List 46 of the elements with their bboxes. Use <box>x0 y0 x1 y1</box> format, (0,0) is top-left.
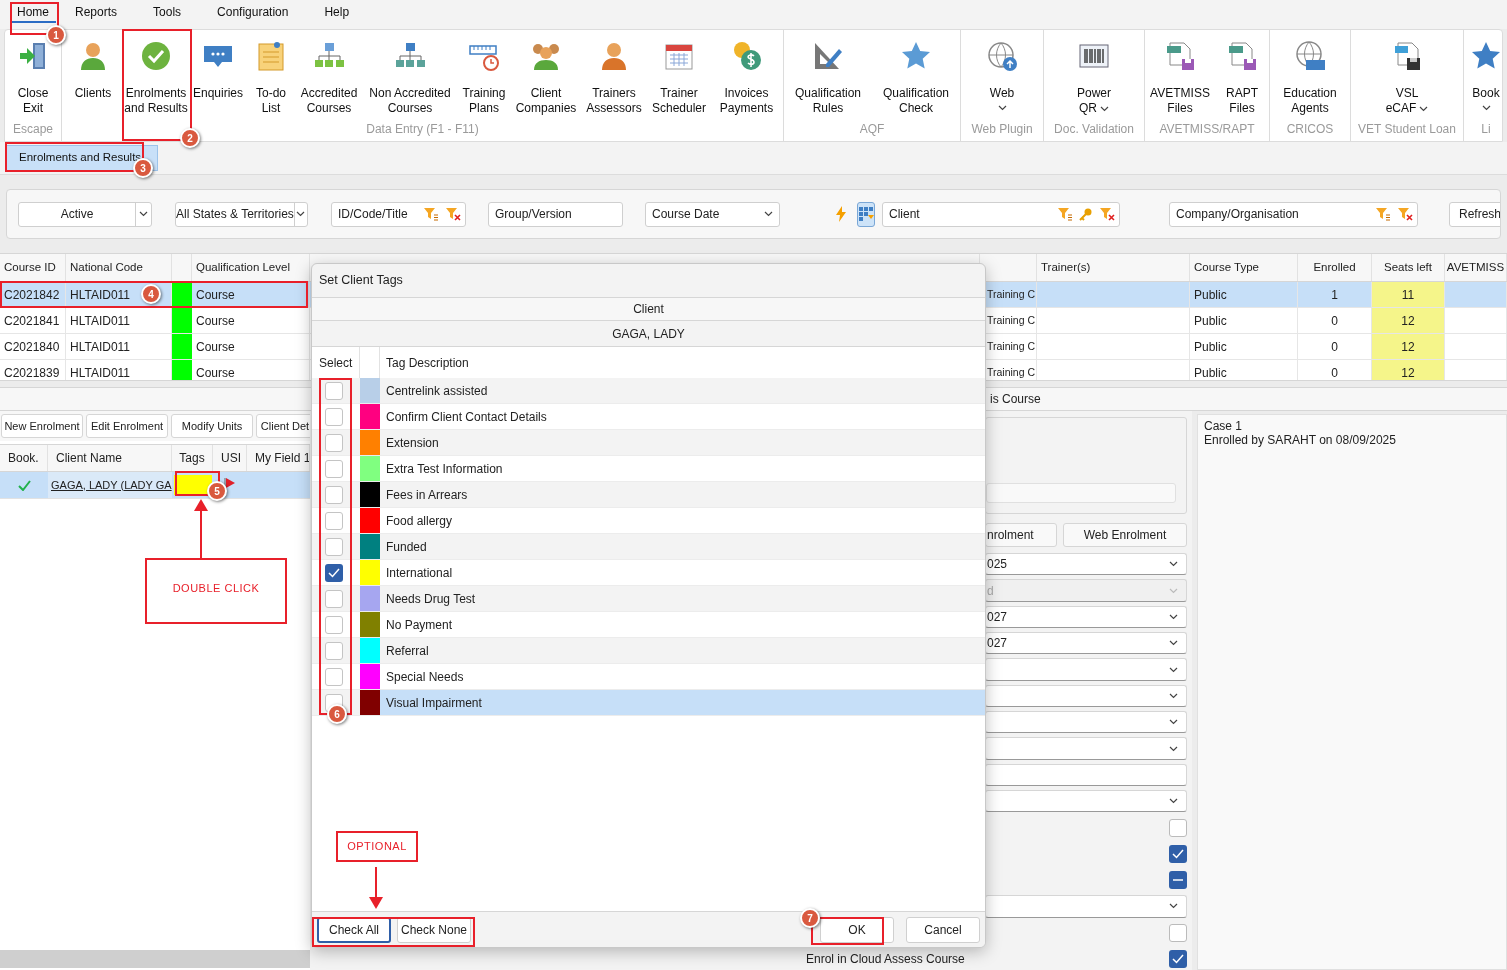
table-cell-text: 1 <box>1331 286 1338 304</box>
table-cell-text: 0 <box>1331 364 1338 380</box>
table-cell: Training C <box>986 364 1035 380</box>
dialog-title: Set Client Tags <box>319 272 403 290</box>
table-cell-text: HLTAID011 <box>70 338 131 356</box>
note-text: Case 1 <box>1204 419 1243 433</box>
table-cell-text: C2021839 <box>4 364 60 380</box>
table-cell-text: Public <box>1194 312 1227 330</box>
ribbon-group-label: Doc. Validation <box>1054 121 1134 138</box>
table-cell-text: Course <box>196 312 235 330</box>
table-cell-text: 12 <box>1401 338 1415 356</box>
table-cell-text: Course <box>196 338 235 356</box>
table-cell-text: Training C <box>986 338 1035 354</box>
table-cell-text: Public <box>1194 338 1227 356</box>
ribbon-group-label: CRICOS <box>1286 121 1334 138</box>
table-cell-text: 11 <box>1401 286 1415 304</box>
section-label: is Course <box>990 391 1041 408</box>
table-cell-text: 0 <box>1331 312 1338 330</box>
table-cell-text: Training C <box>986 312 1035 328</box>
ribbon-group-label: Data Entry (F1 - F11) <box>366 121 479 138</box>
table-cell-text: HLTAID011 <box>70 312 131 330</box>
table-cell-text: 0 <box>1331 338 1338 356</box>
checkbox-label: Enrol in Cloud Assess Course <box>806 950 965 968</box>
column-header: Client <box>633 301 664 318</box>
table-cell-text: Training C <box>986 286 1035 302</box>
table-cell-text: C2021842 <box>4 286 60 304</box>
ribbon-group-label: VET Student Loan <box>1358 121 1456 138</box>
table-cell-text: C2021841 <box>4 312 60 330</box>
callout-box: DOUBLE CLICK <box>145 558 287 624</box>
ribbon-group-label: AQF <box>859 121 885 138</box>
callout-box: OPTIONAL <box>336 831 418 862</box>
table-cell-text: Public <box>1194 364 1227 380</box>
table-cell-text: HLTAID011 <box>70 364 131 380</box>
ribbon-group-label: Web Plugin <box>971 121 1033 138</box>
table-cell-text: 12 <box>1401 312 1415 330</box>
table-cell-text: HLTAID011 <box>70 286 131 304</box>
table-cell-text: Course <box>196 364 235 380</box>
table-cell-text: 12 <box>1401 364 1415 380</box>
ribbon-group-label: Li <box>1481 121 1491 138</box>
ribbon-group-label: AVETMISS/RAPT <box>1159 121 1255 138</box>
table-cell-text: Public <box>1194 286 1227 304</box>
table-cell-text: C2021840 <box>4 338 60 356</box>
ribbon-group-label: Escape <box>13 121 53 138</box>
note-text: Enrolled by SARAHT on 08/09/2025 <box>1204 433 1396 447</box>
table-cell-text: Course <box>196 286 235 304</box>
client-name: GAGA, LADY <box>612 325 685 343</box>
